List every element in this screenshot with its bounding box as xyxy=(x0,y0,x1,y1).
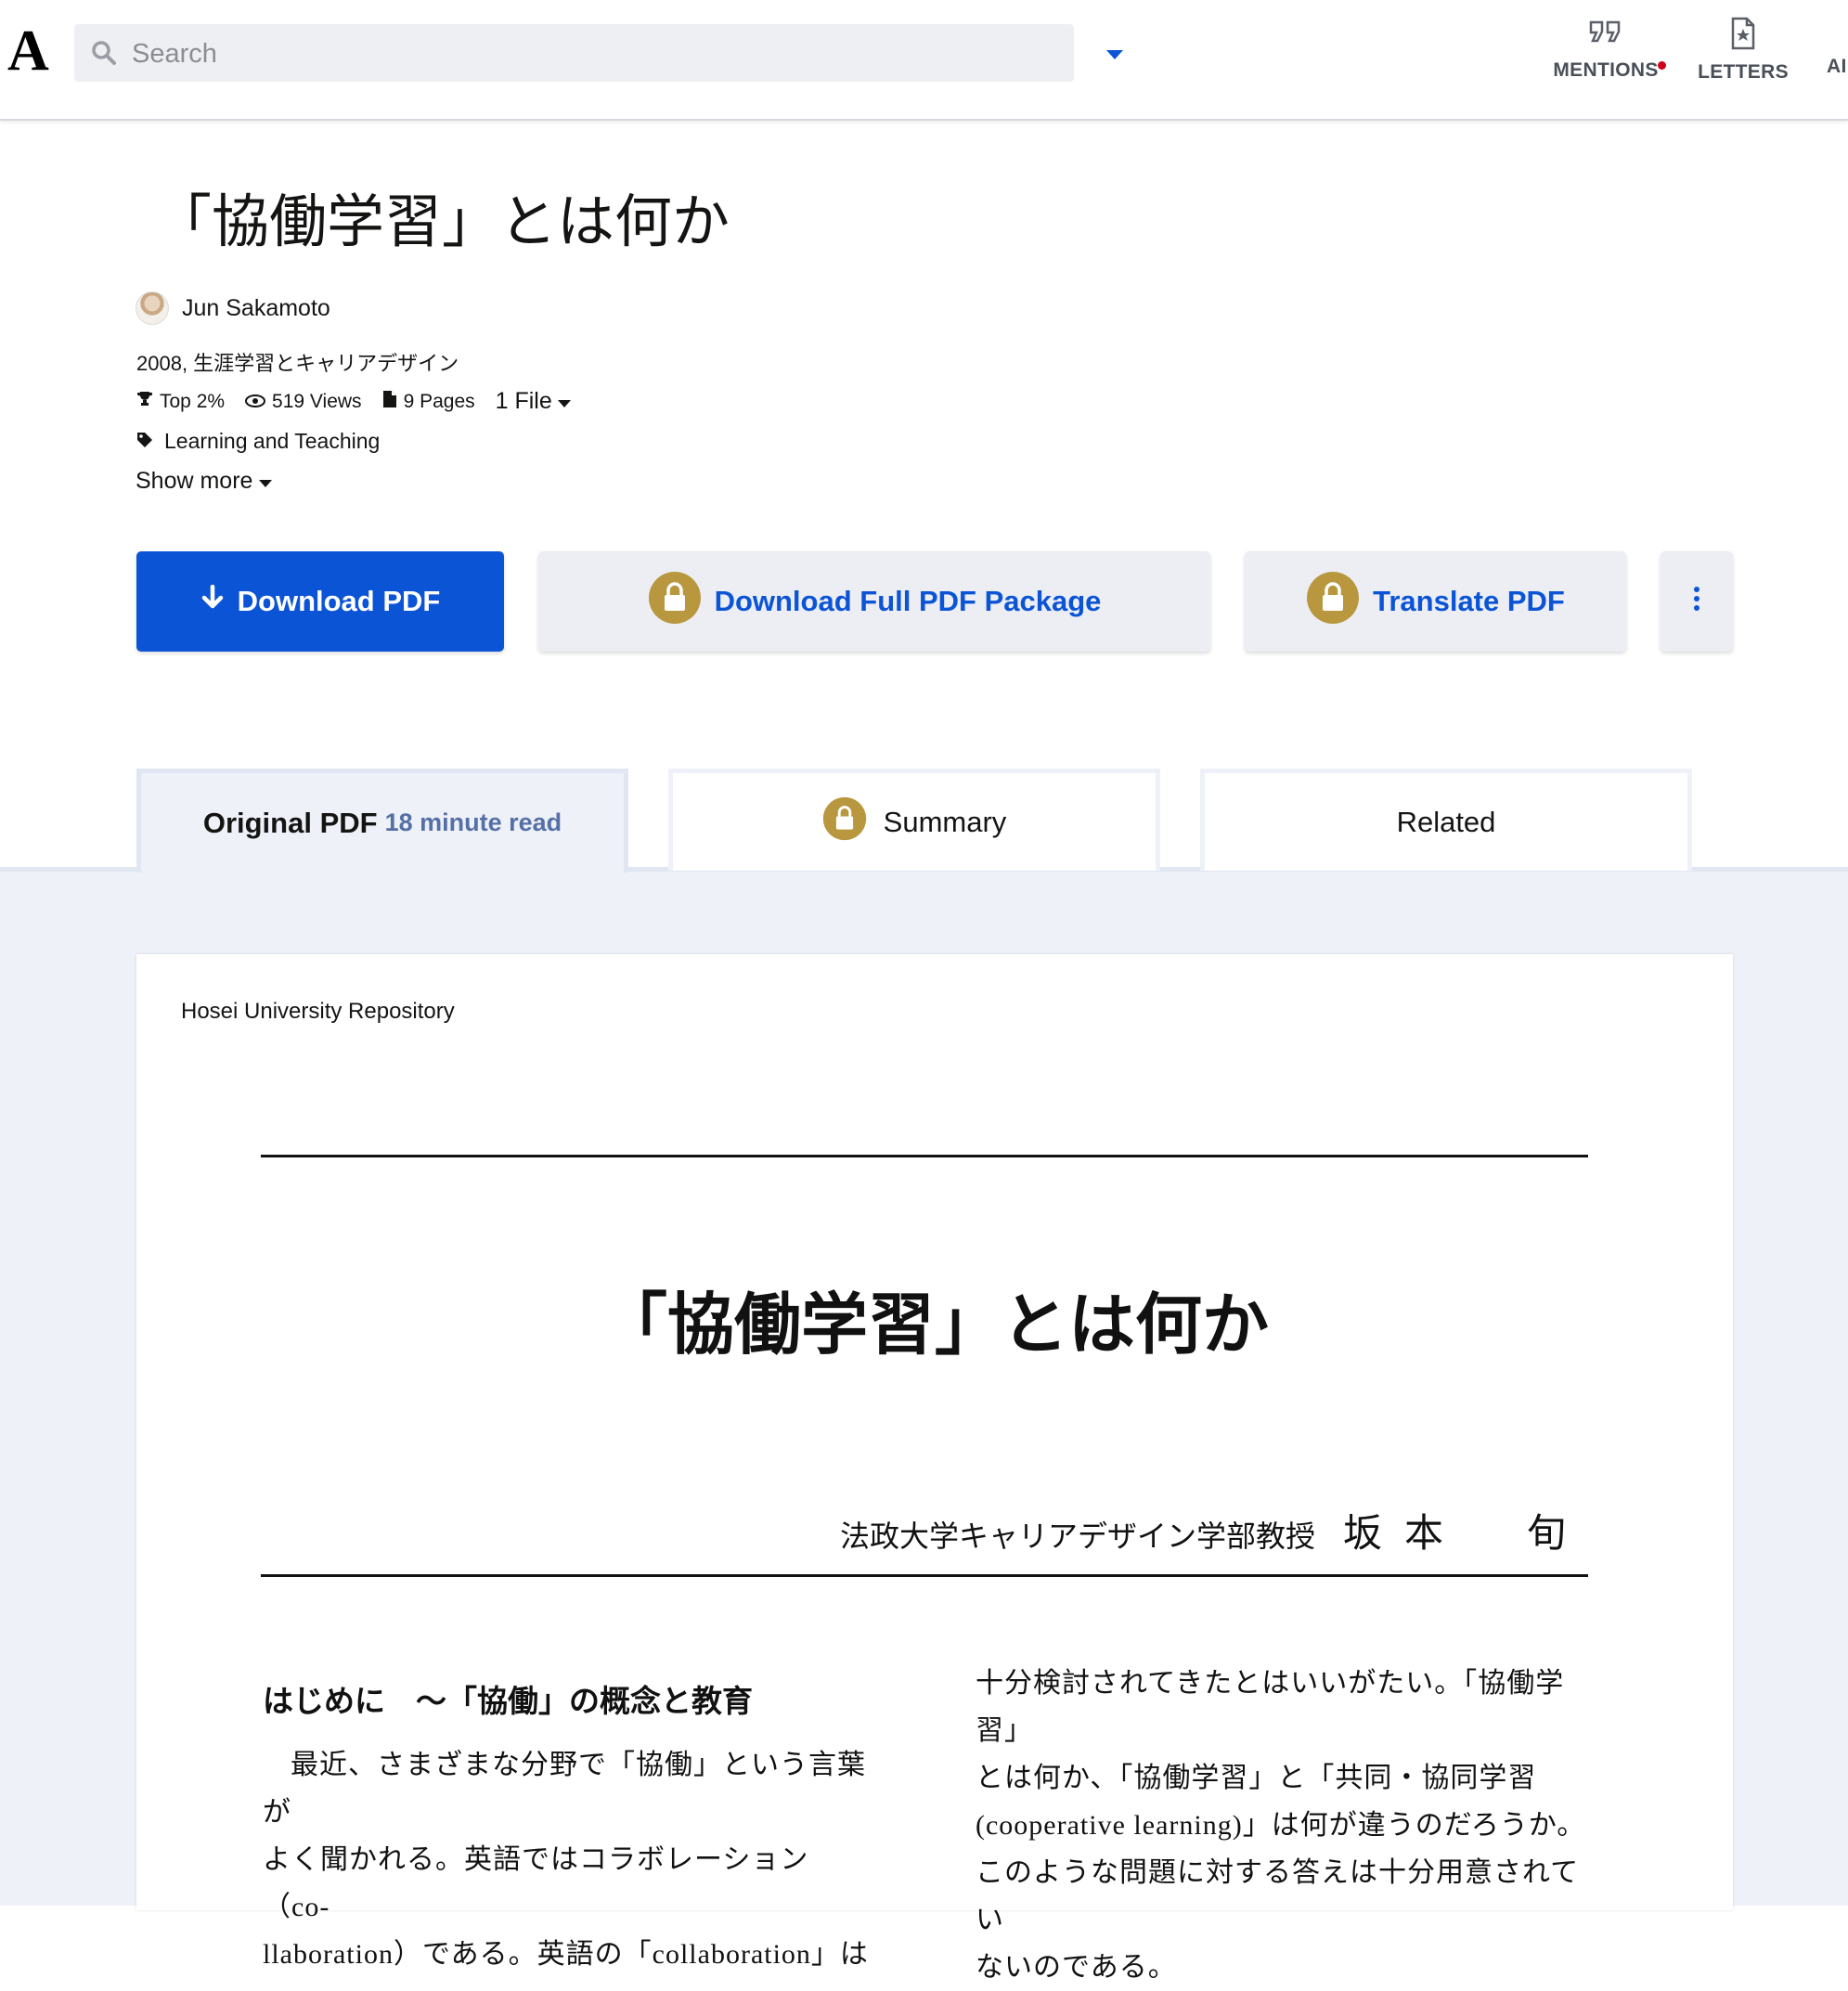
author-name[interactable]: Jun Sakamoto xyxy=(182,295,330,322)
pages-text: 9 Pages xyxy=(403,390,475,412)
tab-original-label: Original PDF xyxy=(202,806,378,839)
pages-stat: 9 Pages xyxy=(382,390,475,414)
rank-text: Top 2% xyxy=(160,390,226,412)
search-icon xyxy=(91,40,117,71)
lock-icon xyxy=(1306,571,1360,632)
download-pdf-label: Download PDF xyxy=(237,585,441,617)
files-text: 1 File xyxy=(495,388,552,414)
more-options-button[interactable] xyxy=(1661,551,1733,652)
views-stat: 519 Views xyxy=(245,391,362,413)
divider xyxy=(261,1574,1588,1577)
document-affiliation: 法政大学キャリアデザイン学部教授 坂本 旬 xyxy=(840,1502,1588,1558)
notification-dot xyxy=(1658,61,1666,70)
show-more-button[interactable]: Show more xyxy=(136,468,273,495)
tab-original-pdf[interactable]: Original PDF 18 minute read xyxy=(136,769,628,873)
section-heading: はじめに ～「協働」の概念と教育 xyxy=(263,1686,753,1719)
pdf-page: Hosei University Repository 「協働学習」とは何か 法… xyxy=(136,954,1733,1983)
topic-tag[interactable]: Learning and Teaching xyxy=(136,429,380,454)
affiliation-text: 法政大学キャリアデザイン学部教授 xyxy=(839,1519,1315,1553)
nav-letters[interactable]: LETTERS xyxy=(1698,17,1789,91)
vertical-dots-icon xyxy=(1693,585,1700,618)
nav-ai[interactable]: AI xyxy=(1827,17,1848,91)
document-author: 坂本 旬 xyxy=(1342,1513,1588,1556)
avatar[interactable] xyxy=(136,291,169,325)
read-time: 18 minute read xyxy=(384,808,562,836)
rank-stat: Top 2% xyxy=(136,391,225,413)
paper-stats: Top 2% 519 Views 9 Pages 1 File xyxy=(136,388,571,415)
text-line: よく聞かれる。英語ではコラボレーション（co- xyxy=(263,1844,809,1922)
text-line: 十分検討されてきたとはいいがたい。「協働学習」 xyxy=(976,1668,1565,1746)
publication-info: 2008, 生涯学習とキャリアデザイン xyxy=(136,352,459,375)
tab-related-label: Related xyxy=(1396,805,1496,838)
text-line: llaboration）である。英語の「collaboration」は xyxy=(263,1939,869,1970)
download-pdf-button[interactable]: Download PDF xyxy=(136,551,504,652)
tab-summary[interactable]: Summary xyxy=(668,769,1160,871)
download-package-label: Download Full PDF Package xyxy=(714,585,1102,617)
text-line: このような問題に対する答えは十分用意されてい xyxy=(976,1857,1580,1935)
divider xyxy=(261,1155,1588,1157)
site-logo[interactable]: A xyxy=(7,20,49,82)
nav-letters-label: LETTERS xyxy=(1698,61,1789,83)
text-column-right: 十分検討されてきたとはいいがたい。「協働学習」 とは何か、「協働学習」と「共同・… xyxy=(976,1660,1607,1991)
paper-title: 「協働学習」とは何か xyxy=(154,191,730,254)
show-more-label: Show more xyxy=(136,468,253,494)
nav-mentions-label: MENTIONS xyxy=(1553,59,1659,81)
author-row[interactable]: Jun Sakamoto xyxy=(136,291,330,325)
translate-pdf-label: Translate PDF xyxy=(1373,585,1565,617)
text-line: (cooperative learning)」は何が違うのだろうか。 xyxy=(976,1810,1586,1841)
text-line: 最近、さまざまな分野で「協働」という言葉が xyxy=(263,1750,866,1828)
caret-down-icon xyxy=(252,468,273,495)
text-line: ないのである。 xyxy=(976,1952,1177,1983)
page-icon xyxy=(382,390,404,414)
tab-related[interactable]: Related xyxy=(1200,769,1692,871)
views-text: 519 Views xyxy=(272,390,362,412)
eye-icon xyxy=(245,391,272,413)
search-input[interactable] xyxy=(130,33,1006,74)
trophy-icon xyxy=(136,391,160,413)
lock-icon xyxy=(648,571,702,632)
files-dropdown[interactable]: 1 File xyxy=(496,388,571,415)
lock-icon xyxy=(822,796,867,848)
translate-pdf-button[interactable]: Translate PDF xyxy=(1245,551,1626,652)
chevron-down-icon[interactable] xyxy=(1105,48,1125,66)
download-package-button[interactable]: Download Full PDF Package xyxy=(538,551,1210,652)
top-bar: A MENTIONS LETTERS AI xyxy=(0,0,1848,121)
document-title: 「協働学習」とは何か xyxy=(600,1288,1269,1363)
letter-icon xyxy=(1729,17,1757,56)
repository-label: Hosei University Repository xyxy=(181,999,455,1024)
text-column-left: はじめに ～「協働」の概念と教育 最近、さまざまな分野で「協働」という言葉が よ… xyxy=(263,1676,875,1978)
tab-summary-label: Summary xyxy=(883,805,1007,838)
caret-down-icon xyxy=(552,388,571,415)
download-arrow-icon xyxy=(200,584,238,618)
topic-tag-label: Learning and Teaching xyxy=(164,429,381,453)
text-line: とは何か、「協働学習」と「共同・協同学習 xyxy=(976,1763,1537,1793)
quote-icon xyxy=(1587,17,1624,54)
search-box[interactable] xyxy=(74,24,1123,82)
tag-icon xyxy=(136,429,164,454)
nav-ai-label: AI xyxy=(1827,56,1847,77)
nav-mentions[interactable]: MENTIONS xyxy=(1553,17,1659,91)
